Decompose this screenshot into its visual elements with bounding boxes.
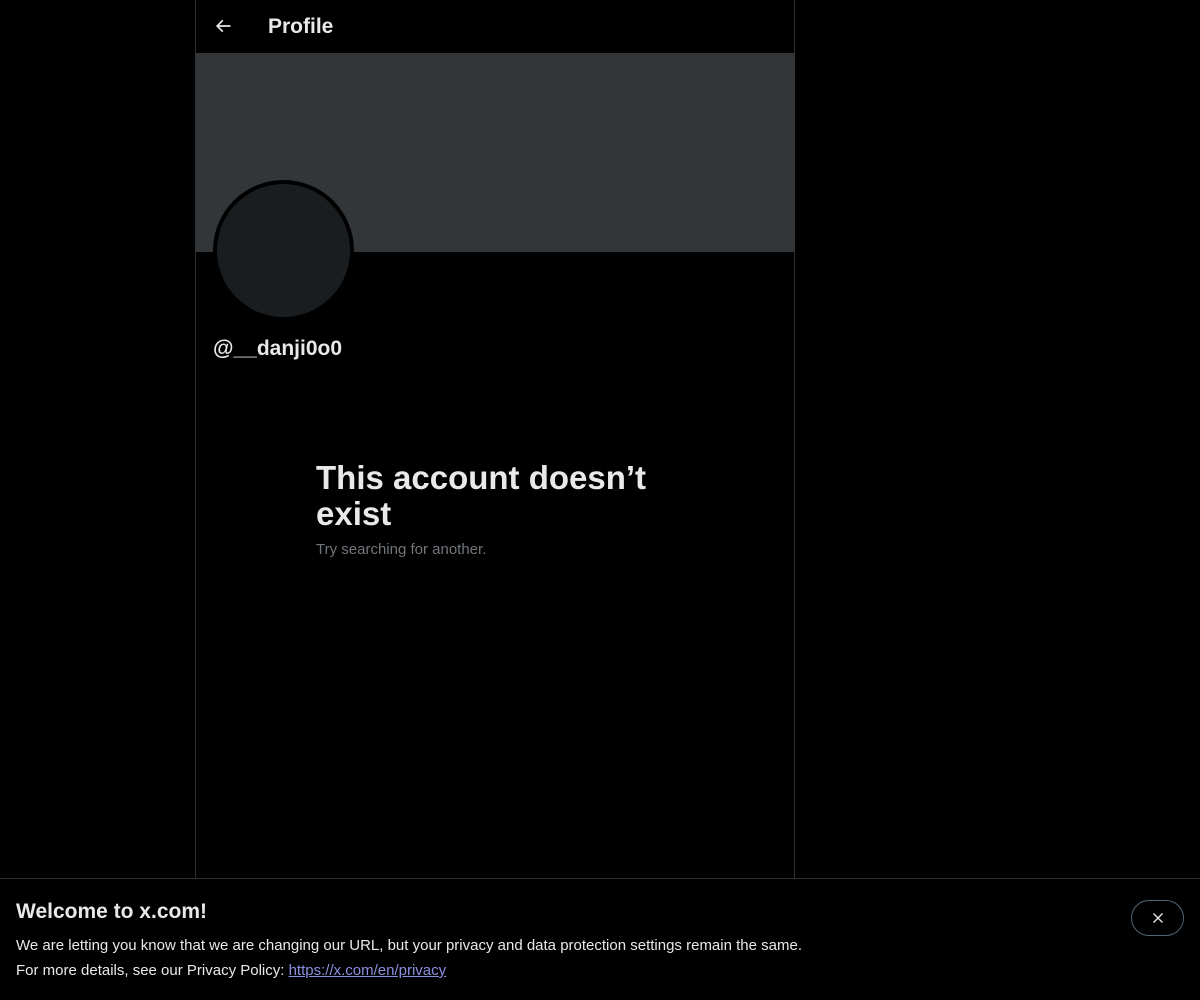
back-button[interactable] <box>206 9 240 43</box>
arrow-left-icon <box>215 19 231 33</box>
empty-state: This account doesn’t exist Try searching… <box>316 460 676 560</box>
avatar-placeholder <box>217 184 350 317</box>
close-icon <box>1152 913 1163 923</box>
close-button[interactable] <box>1131 900 1184 936</box>
welcome-banner: Welcome to x.com! We are letting you kno… <box>0 878 1200 1000</box>
profile-handle: @__danji0o0 <box>213 337 343 360</box>
empty-state-title: This account doesn’t exist <box>316 459 647 532</box>
privacy-notice: For more details, see our Privacy Policy… <box>16 961 446 981</box>
page-title: Profile <box>268 15 334 38</box>
empty-state-subtitle: Try searching for another. <box>316 541 487 558</box>
avatar <box>213 180 354 321</box>
profile-header: Profile <box>196 0 794 53</box>
privacy-notice-text: For more details, see our Privacy Policy… <box>16 962 289 979</box>
main-column: Profile @__danji0o0 This account doesn’t… <box>195 0 795 878</box>
welcome-title: Welcome to x.com! <box>16 900 207 923</box>
privacy-policy-link[interactable]: https://x.com/en/privacy <box>289 962 447 979</box>
welcome-message: We are letting you know that we are chan… <box>16 937 802 954</box>
